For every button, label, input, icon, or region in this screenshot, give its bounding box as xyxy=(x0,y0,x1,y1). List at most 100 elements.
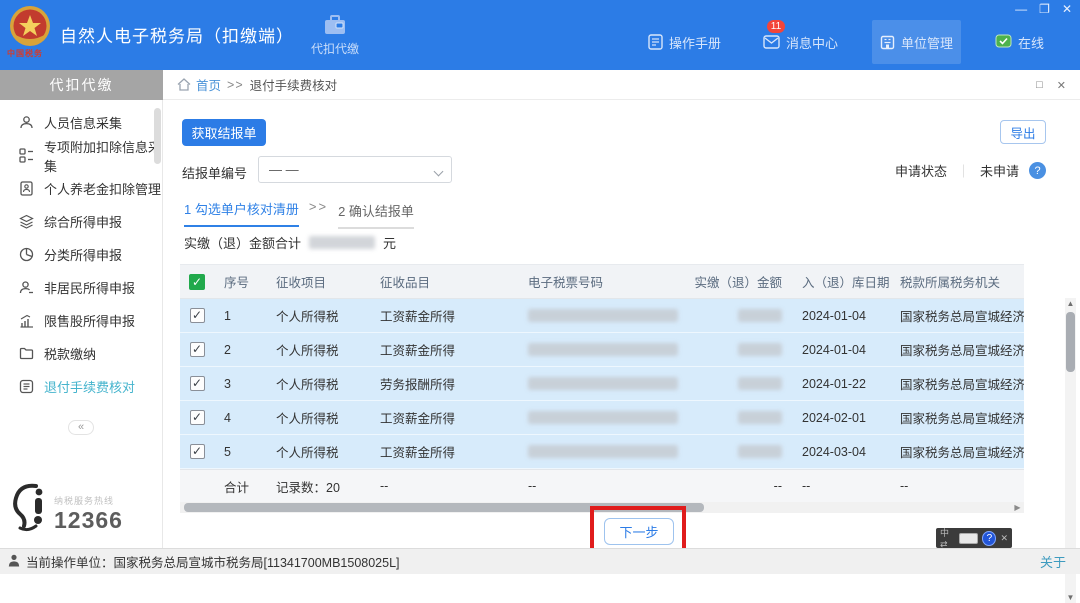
scroll-up-icon[interactable]: ▲ xyxy=(1065,298,1076,309)
table-row[interactable]: ✓ 1 个人所得税 工资薪金所得 2024-01-04 国家税务总局宣城经济技术… xyxy=(180,299,1024,333)
minimize-icon[interactable]: — xyxy=(1015,2,1027,16)
summary-dash: -- xyxy=(528,479,537,493)
col-amount: 实缴（退）金额 xyxy=(694,276,782,290)
summary-dash: -- xyxy=(900,479,909,493)
table-row[interactable]: ✓ 5 个人所得税 工资薪金所得 2024-03-04 国家税务总局宣城经济技术… xyxy=(180,435,1024,469)
sidebar-item-label: 专项附加扣除信息采集 xyxy=(44,139,162,174)
sidebar-header: 代扣代缴 xyxy=(0,70,163,106)
steps-separator: >> xyxy=(308,199,329,214)
status-value: 未申请 xyxy=(979,164,1019,179)
cell-project: 个人所得税 xyxy=(276,446,339,460)
cell-org: 国家税务总局宣城经济技术... xyxy=(900,446,1024,460)
home-icon[interactable] xyxy=(177,78,191,91)
step-2-label: 确认结报单 xyxy=(348,204,414,219)
nav-unit-label: 单位管理 xyxy=(900,35,953,51)
sidebar-item-nonresident-income[interactable]: 非居民所得申报 xyxy=(0,271,162,304)
select-all-checkbox[interactable]: ✓ xyxy=(189,273,205,290)
sidebar-item-tax-payment[interactable]: 税款缴纳 xyxy=(0,337,162,370)
sidebar-item-label: 税款缴纳 xyxy=(44,347,97,362)
status-bar: 当前操作单位：国家税务总局宣城市税务局[11341700MB1508025L] … xyxy=(0,548,1080,574)
fetch-statement-button[interactable]: 获取结报单 xyxy=(182,119,266,146)
nav-online-status[interactable]: 在线 xyxy=(987,20,1052,64)
status-label: 申请状态 xyxy=(894,164,947,179)
row-checkbox[interactable]: ✓ xyxy=(189,410,205,425)
ime-help-icon[interactable]: ? xyxy=(982,530,997,546)
sidebar-item-label: 综合所得申报 xyxy=(44,215,123,230)
breadcrumb-home[interactable]: 首页 xyxy=(196,75,221,94)
cell-seq: 4 xyxy=(224,410,231,425)
masked-ticket-no xyxy=(528,309,678,322)
nav-message-label: 消息中心 xyxy=(785,35,838,51)
sidebar-item-comprehensive-income[interactable]: 综合所得申报 xyxy=(0,205,162,238)
cell-seq: 3 xyxy=(224,376,231,391)
step-1-tab[interactable]: 1 勾选单户核对清册 xyxy=(184,199,299,227)
step-2-tab[interactable]: 2 确认结报单 xyxy=(338,201,414,229)
row-checkbox[interactable]: ✓ xyxy=(189,444,205,459)
step-1-label: 勾选单户核对清册 xyxy=(194,202,299,217)
export-button[interactable]: 导出 xyxy=(1000,120,1046,144)
nav-manual[interactable]: 操作手册 xyxy=(640,20,729,64)
sidebar-item-label: 分类所得申报 xyxy=(44,248,123,263)
cell-org: 国家税务总局宣城经济技术... xyxy=(900,412,1024,426)
col-seq: 序号 xyxy=(224,276,250,290)
scroll-down-icon[interactable]: ▼ xyxy=(1065,592,1076,603)
row-checkbox[interactable]: ✓ xyxy=(189,376,205,391)
panel-controls: □ ✕ xyxy=(1036,70,1066,100)
status-divider: ｜ xyxy=(956,164,970,179)
restore-icon[interactable]: ❐ xyxy=(1039,2,1050,16)
table-row[interactable]: ✓ 3 个人所得税 劳务报酬所得 2024-01-22 国家税务总局宣城经济技术… xyxy=(180,367,1024,401)
application-status: 申请状态 ｜ 未申请 ? xyxy=(895,161,1046,180)
panel-close-icon[interactable]: ✕ xyxy=(1057,79,1066,92)
sidebar-item-special-deduction[interactable]: 专项附加扣除信息采集 xyxy=(0,139,162,174)
statement-no-select[interactable]: — — xyxy=(258,156,452,183)
cell-org: 国家税务总局宣城经济技术... xyxy=(900,344,1024,358)
statement-no-label: 结报单编号 xyxy=(182,166,248,181)
tab-daikou-daijiao[interactable]: 代扣代缴 xyxy=(296,6,374,64)
help-icon[interactable]: ? xyxy=(1029,162,1046,179)
table-row[interactable]: ✓ 4 个人所得税 工资薪金所得 2024-02-01 国家税务总局宣城经济技术… xyxy=(180,401,1024,435)
ime-toolbar[interactable]: 中⇄ ? ✕ xyxy=(936,528,1012,549)
folder-icon xyxy=(18,346,34,362)
sidebar-item-pension-deduction[interactable]: 个人养老金扣除管理 xyxy=(0,172,162,205)
bar-chart-icon xyxy=(18,313,34,329)
masked-amount xyxy=(738,377,782,390)
sidebar-item-label: 人员信息采集 xyxy=(44,116,123,131)
about-link[interactable]: 关于 xyxy=(1040,552,1066,571)
cell-item: 劳务报酬所得 xyxy=(380,378,456,392)
table-row[interactable]: ✓ 2 个人所得税 工资薪金所得 2024-01-04 国家税务总局宣城经济技术… xyxy=(180,333,1024,367)
sidebar-item-restricted-shares[interactable]: 限售股所得申报 xyxy=(0,304,162,337)
person-minus-icon xyxy=(18,280,34,296)
cell-item: 工资薪金所得 xyxy=(380,412,456,426)
sidebar: 人员信息采集 专项附加扣除信息采集 个人养老金扣除管理 综合所得申报 分类所得申… xyxy=(0,100,163,548)
sidebar-scrollbar[interactable] xyxy=(154,108,161,408)
scroll-right-icon[interactable]: ▶ xyxy=(1012,502,1023,513)
breadcrumb-current: 退付手续费核对 xyxy=(249,79,338,93)
v-scrollbar-thumb[interactable] xyxy=(1066,312,1075,372)
document-lines-icon xyxy=(18,379,34,395)
cell-date: 2024-01-22 xyxy=(802,376,866,391)
col-date: 入（退）库日期 xyxy=(802,276,890,290)
sidebar-item-classified-income[interactable]: 分类所得申报 xyxy=(0,238,162,271)
sidebar-item-personnel-info[interactable]: 人员信息采集 xyxy=(0,106,162,139)
chevron-down-icon xyxy=(433,166,444,177)
nav-unit-management[interactable]: 单位管理 xyxy=(871,20,961,64)
close-icon[interactable]: ✕ xyxy=(1062,2,1072,16)
tab-label: 代扣代缴 xyxy=(310,41,359,56)
summary-count: 记录数：20 xyxy=(276,480,340,495)
summary-dash: -- xyxy=(802,479,811,493)
next-step-button[interactable]: 下一步 xyxy=(604,518,674,545)
hotline-headset-icon xyxy=(13,483,43,532)
nav-message-center[interactable]: 11 消息中心 xyxy=(755,20,846,64)
panel-maximize-icon[interactable]: □ xyxy=(1036,79,1043,91)
grid-list-icon xyxy=(18,148,34,164)
col-org: 税款所属税务机关 xyxy=(900,276,1001,290)
sidebar-scrollbar-thumb[interactable] xyxy=(154,108,161,164)
cell-date: 2024-02-01 xyxy=(802,410,866,425)
cell-org: 国家税务总局宣城经济技术... xyxy=(900,310,1024,324)
sidebar-collapse-button[interactable]: « xyxy=(68,420,94,435)
summary-row: 合计 记录数：20 -- -- -- -- -- -- xyxy=(180,469,1024,502)
row-checkbox[interactable]: ✓ xyxy=(189,308,205,323)
sidebar-item-refund-fee-check[interactable]: 退付手续费核对 xyxy=(0,370,162,403)
ime-close-icon[interactable]: ✕ xyxy=(1000,533,1008,544)
row-checkbox[interactable]: ✓ xyxy=(189,342,205,357)
